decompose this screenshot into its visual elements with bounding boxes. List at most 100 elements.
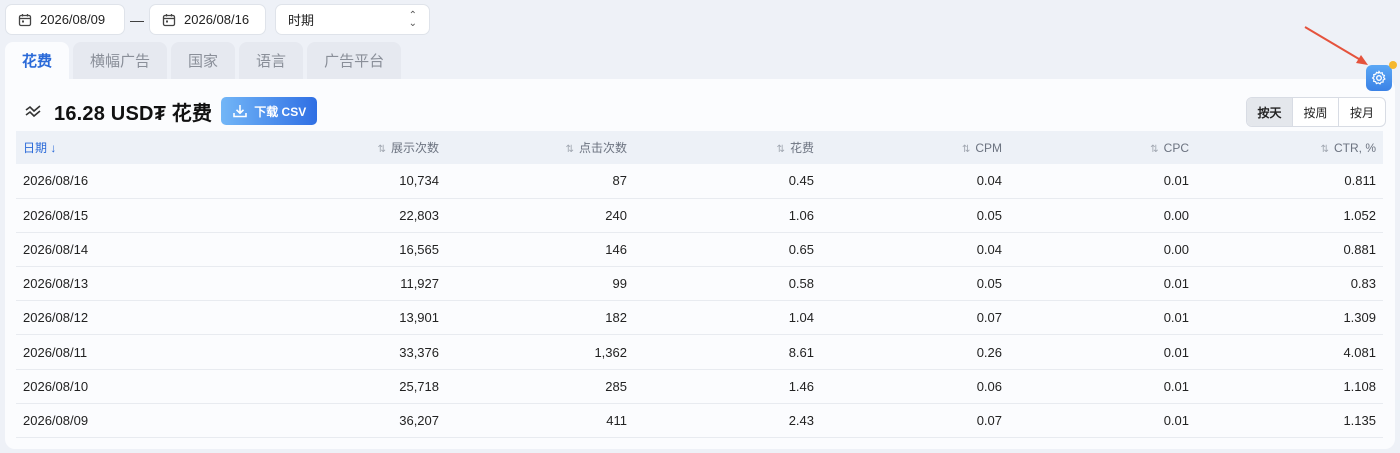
date-cell: 2026/08/11 [23, 344, 88, 360]
period-select[interactable]: 时期 ⌃ ⌄ [275, 4, 430, 35]
value-cell: 13,901 [399, 310, 439, 326]
sort-desc-icon: ↓ [50, 141, 57, 155]
tab-spend[interactable]: 花费 [5, 42, 70, 79]
report-tabs: 花费 横幅广告 国家 语言 广告平台 [5, 42, 405, 79]
table-row: 2026/08/09 36,207 411 2.43 0.07 0.01 1.135 [16, 403, 1383, 438]
trend-chart-icon [25, 105, 41, 118]
granularity-month[interactable]: 按月 [1339, 98, 1385, 126]
value-cell: 1.052 [1343, 207, 1376, 223]
value-cell: 16,565 [399, 241, 439, 257]
column-header-spend[interactable]: ⇅ 花费 [634, 131, 821, 164]
value-cell: 0.45 [788, 173, 814, 189]
calendar-icon [18, 13, 32, 26]
total-spend: 16.28 USD₮ 花费 [54, 102, 213, 125]
annotation-arrow-icon [1304, 26, 1368, 65]
granularity-day[interactable]: 按天 [1247, 98, 1293, 126]
value-cell: 1.135 [1343, 412, 1376, 428]
date-separator: — [130, 11, 144, 28]
value-cell: 2.43 [788, 412, 814, 428]
value-cell: 1.46 [788, 378, 814, 394]
value-cell: 240 [605, 207, 627, 223]
column-header-cpc[interactable]: ⇅ CPC [1009, 131, 1196, 164]
value-cell: 1,362 [594, 344, 627, 360]
value-cell: 8.61 [788, 344, 814, 360]
gear-icon [1371, 70, 1386, 85]
sort-icon: ⇅ [565, 144, 574, 155]
tab-country[interactable]: 国家 [171, 42, 236, 79]
column-header-impressions[interactable]: ⇅ 展示次数 [253, 131, 446, 164]
end-date-picker[interactable]: 2026/08/16 [149, 4, 266, 35]
value-cell: 182 [605, 310, 627, 326]
sort-icon: ⇅ [776, 144, 785, 155]
table-row: 2026/08/10 25,718 285 1.46 0.06 0.01 1.108 [16, 369, 1383, 404]
value-cell: 1.04 [788, 310, 814, 326]
date-cell: 2026/08/13 [23, 276, 89, 292]
value-cell: 36,207 [399, 412, 439, 428]
sort-icon: ⇅ [961, 143, 971, 155]
calendar-icon [162, 13, 176, 26]
download-csv-button[interactable]: 下载 CSV [221, 97, 318, 125]
table-row: 2026/08/12 13,901 182 1.04 0.07 0.01 1.309 [16, 301, 1383, 335]
sort-icon: ⇅ [1150, 143, 1159, 155]
value-cell: 285 [605, 378, 627, 394]
sort-icon: ⇅ [377, 144, 386, 155]
value-cell: 1.309 [1343, 310, 1376, 326]
start-date-value: 2026/08/09 [40, 12, 106, 27]
granularity-week[interactable]: 按周 [1293, 98, 1339, 126]
value-cell: 411 [606, 412, 627, 428]
column-header-ctr[interactable]: ⇅ CTR, % [1196, 131, 1383, 164]
tab-language[interactable]: 语言 [239, 42, 304, 79]
value-cell: 0.07 [976, 310, 1002, 326]
value-cell: 33,376 [399, 344, 439, 360]
value-cell: 0.01 [1163, 310, 1189, 326]
notification-dot [1389, 61, 1397, 69]
start-date-picker[interactable]: 2026/08/09 [5, 4, 125, 35]
value-cell: 0.881 [1343, 241, 1376, 257]
date-cell: 2026/08/15 [23, 207, 89, 223]
table-row: 2026/08/15 22,803 240 1.06 0.05 0.00 1.052 [16, 198, 1383, 233]
settings-button[interactable] [1366, 65, 1392, 91]
value-cell: 0.05 [976, 207, 1002, 223]
tab-banner-ads[interactable]: 横幅广告 [73, 42, 168, 79]
sort-icon: ⇅ [1320, 143, 1329, 155]
value-cell: 99 [612, 276, 627, 292]
value-cell: 0.65 [788, 241, 814, 257]
download-csv-label: 下载 CSV [254, 104, 307, 119]
spend-summary: 16.28 USD₮ 花费 下载 CSV [24, 97, 318, 125]
value-cell: 0.26 [976, 344, 1002, 360]
value-cell: 0.01 [1163, 276, 1189, 292]
granularity-toggle: 按天 按周 按月 [1246, 97, 1386, 127]
column-header-date[interactable]: 日期 ↓ [16, 131, 253, 164]
value-cell: 4.081 [1343, 344, 1376, 360]
date-cell: 2026/08/10 [23, 378, 89, 394]
stats-table: 日期 ↓ ⇅ 展示次数 ⇅ 点击次数 ⇅ 花费 ⇅ CPM ⇅ CPC ⇅ CTR, % 2… [16, 131, 1383, 438]
date-cell: 2026/08/16 [23, 173, 89, 189]
value-cell: 0.05 [976, 276, 1002, 292]
end-date-value: 2026/08/16 [184, 12, 250, 27]
value-cell: 0.07 [976, 412, 1002, 428]
download-icon [233, 105, 248, 118]
table-row: 2026/08/13 11,927 99 0.58 0.05 0.01 0.83 [16, 267, 1383, 301]
value-cell: 1.06 [788, 207, 814, 223]
table-row: 2026/08/16 10,734 87 0.45 0.04 0.01 0.811 [16, 164, 1383, 199]
value-cell: 146 [605, 241, 627, 257]
date-cell: 2026/08/09 [23, 412, 89, 428]
date-cell: 2026/08/12 [23, 310, 89, 326]
value-cell: 0.01 [1163, 412, 1189, 428]
value-cell: 0.00 [1163, 207, 1189, 223]
value-cell: 87 [612, 173, 627, 189]
period-select-value: 时期 [288, 13, 315, 28]
value-cell: 22,803 [399, 207, 439, 223]
value-cell: 0.811 [1344, 173, 1376, 189]
table-header-row: 日期 ↓ ⇅ 展示次数 ⇅ 点击次数 ⇅ 花费 ⇅ CPM ⇅ CPC ⇅ CTR, % [16, 131, 1383, 164]
column-header-clicks[interactable]: ⇅ 点击次数 [446, 131, 634, 164]
value-cell: 0.58 [788, 276, 814, 292]
value-cell: 0.04 [976, 173, 1002, 189]
value-cell: 0.06 [976, 378, 1002, 394]
column-header-cpm[interactable]: ⇅ CPM [821, 131, 1009, 164]
tab-ad-platform[interactable]: 广告平台 [307, 42, 402, 79]
date-cell: 2026/08/14 [23, 241, 89, 257]
value-cell: 0.01 [1163, 344, 1189, 360]
table-row: 2026/08/11 33,376 1,362 8.61 0.26 0.01 4.081 [16, 335, 1383, 370]
value-cell: 11,927 [400, 276, 439, 292]
